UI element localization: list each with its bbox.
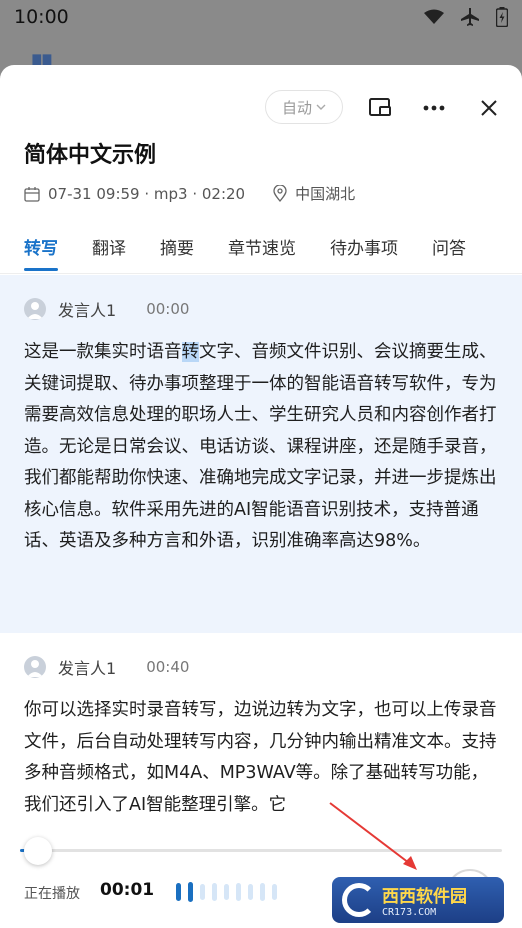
waveform-bar (224, 884, 229, 900)
segment-text-current-word: 转 (181, 342, 199, 362)
segment-time[interactable]: 00:40 (146, 658, 189, 676)
wifi-icon (424, 9, 444, 24)
speaker-avatar (24, 656, 46, 678)
watermark-main: 西西软件园 (382, 887, 467, 907)
tab-summary[interactable]: 摘要 (160, 225, 194, 267)
waveform-bar (248, 884, 253, 900)
record-detail-sheet: 自动 简体中文示例 07-31 09:59 · mp3 · 02:20 中国湖北… (0, 65, 522, 928)
more-dots-icon (423, 105, 445, 111)
transcript-segment[interactable]: 发言人1 00:40 你可以选择实时录音转写，边说边转为文字，也可以上传录音文件… (0, 633, 522, 833)
close-icon (481, 100, 497, 116)
tab-divider (0, 273, 522, 274)
speaker-row: 发言人1 00:00 (24, 287, 498, 331)
status-bar: 10:00 (0, 0, 522, 34)
user-icon (27, 302, 43, 319)
watermark-text: 西西软件园 CR173.COM (382, 882, 467, 918)
playback-time: 00:01 (100, 880, 155, 900)
waveform-bar (200, 884, 205, 900)
tab-todo[interactable]: 待办事项 (330, 225, 398, 267)
waveform-bar (212, 883, 217, 901)
playback-state: 正在播放 (24, 886, 80, 902)
tab-qa[interactable]: 问答 (432, 225, 466, 267)
waveform-bar (260, 883, 265, 901)
speaker-row: 发言人1 00:40 (24, 645, 498, 689)
record-meta: 07-31 09:59 · mp3 · 02:20 中国湖北 (24, 183, 355, 204)
calendar-icon (24, 186, 40, 202)
progress-track[interactable] (20, 849, 502, 852)
record-location: 中国湖北 (295, 185, 356, 203)
tab-transcript[interactable]: 转写 (24, 225, 58, 271)
watermark-c-icon (342, 883, 376, 917)
record-date: 07-31 09:59 · mp3 · 02:20 (48, 184, 246, 203)
transcript-segment[interactable]: 发言人1 00:00 这是一款集实时语音转文字、音频文件识别、会议摘要生成、关键… (0, 275, 522, 633)
waveform-bar (188, 882, 193, 902)
watermark-sub: CR173.COM (382, 907, 437, 918)
tab-bar: 转写 翻译 摘要 章节速览 待办事项 问答 (0, 225, 522, 275)
progress-handle[interactable] (24, 837, 52, 865)
status-icons (424, 7, 508, 27)
tab-translate[interactable]: 翻译 (92, 225, 126, 267)
user-icon (27, 660, 43, 677)
segment-text[interactable]: 这是一款集实时语音转文字、音频文件识别、会议摘要生成、关键词提取、待办事项整理于… (24, 337, 498, 558)
speaker-name: 发言人1 (58, 659, 117, 678)
segment-text-before: 这是一款集实时语音 (24, 342, 182, 362)
tab-chapters[interactable]: 章节速览 (228, 225, 296, 267)
segment-time[interactable]: 00:00 (146, 300, 189, 318)
waveform-bar (272, 884, 277, 900)
picture-in-picture-button[interactable] (366, 94, 394, 122)
location-pin-icon (273, 185, 287, 202)
waveform (176, 881, 277, 903)
annotation-arrow (329, 802, 417, 870)
segment-text[interactable]: 你可以选择实时录音转写，边说边转为文字，也可以上传录音文件，后台自动处理转写内容… (24, 695, 498, 821)
top-actions: 自动 (0, 90, 522, 126)
record-title: 简体中文示例 (24, 143, 157, 168)
close-button[interactable] (475, 94, 503, 122)
status-time: 10:00 (14, 6, 69, 28)
auto-mode-select[interactable]: 自动 (265, 90, 343, 124)
speaker-name: 发言人1 (58, 301, 117, 320)
chevron-down-icon (316, 104, 326, 110)
more-button[interactable] (420, 94, 448, 122)
waveform-bar (176, 883, 181, 901)
watermark-logo: 西西软件园 CR173.COM (332, 877, 504, 923)
speaker-avatar (24, 298, 46, 320)
waveform-bar (236, 883, 241, 901)
auto-mode-label: 自动 (281, 98, 312, 117)
segment-text-after: 文字、音频文件识别、会议摘要生成、关键词提取、待办事项整理于一体的智能语音转写软… (24, 342, 497, 551)
battery-icon (496, 7, 508, 27)
picture-in-picture-icon (369, 98, 391, 116)
airplane-icon (461, 8, 479, 26)
